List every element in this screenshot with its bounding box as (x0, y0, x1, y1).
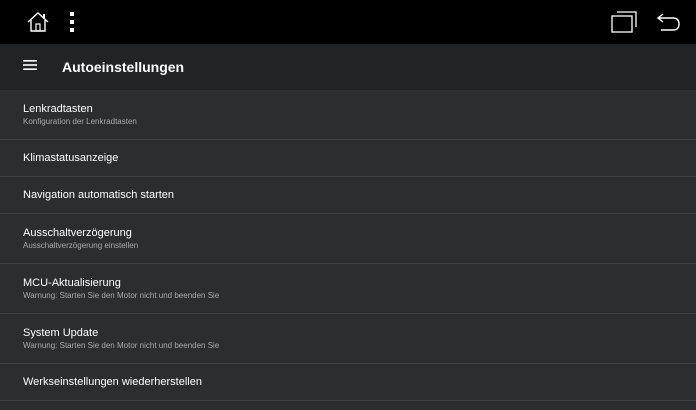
home-button[interactable] (22, 6, 54, 38)
system-status-bar (0, 0, 696, 44)
setting-mcu-update[interactable]: MCU-Aktualisierung Warnung: Starten Sie … (0, 264, 696, 314)
back-button[interactable] (652, 6, 684, 38)
setting-title: System Update (23, 327, 99, 339)
settings-list: Lenkradtasten Konfiguration der Lenkradt… (0, 90, 696, 401)
setting-shutdown-delay[interactable]: Ausschaltverzögerung Ausschaltverzögerun… (0, 214, 696, 264)
car-settings-screen: Autoeinstellungen Lenkradtasten Konfigur… (0, 0, 696, 410)
setting-subtitle: Ausschaltverzögerung einstellen (23, 241, 139, 250)
setting-subtitle: Konfiguration der Lenkradtasten (23, 117, 137, 126)
setting-auto-start-navigation[interactable]: Navigation automatisch starten (0, 177, 696, 214)
setting-title: Werkseinstellungen wiederherstellen (23, 376, 202, 388)
back-icon (656, 13, 680, 31)
setting-title: Lenkradtasten (23, 103, 93, 115)
setting-system-update[interactable]: System Update Warnung: Starten Sie den M… (0, 314, 696, 364)
setting-subtitle: Warnung: Starten Sie den Motor nicht und… (23, 291, 220, 300)
home-icon (27, 12, 49, 32)
setting-subtitle: Warnung: Starten Sie den Motor nicht und… (23, 341, 220, 350)
hamburger-menu-icon (23, 60, 37, 70)
setting-steering-wheel-buttons[interactable]: Lenkradtasten Konfiguration der Lenkradt… (0, 90, 696, 140)
setting-title: Ausschaltverzögerung (23, 227, 132, 239)
setting-title: MCU-Aktualisierung (23, 277, 121, 289)
setting-factory-reset[interactable]: Werkseinstellungen wiederherstellen (0, 364, 696, 401)
setting-title: Navigation automatisch starten (23, 189, 175, 201)
navigation-drawer-button[interactable] (20, 55, 40, 75)
setting-climate-status-display[interactable]: Klimastatusanzeige (0, 140, 696, 177)
recent-apps-icon (611, 11, 637, 33)
more-options-button[interactable] (64, 6, 80, 38)
page-title: Autoeinstellungen (62, 59, 185, 75)
recent-apps-button[interactable] (608, 6, 640, 38)
app-bar: Autoeinstellungen (0, 44, 696, 90)
setting-title: Klimastatusanzeige (23, 152, 119, 164)
more-vert-icon (70, 12, 74, 32)
